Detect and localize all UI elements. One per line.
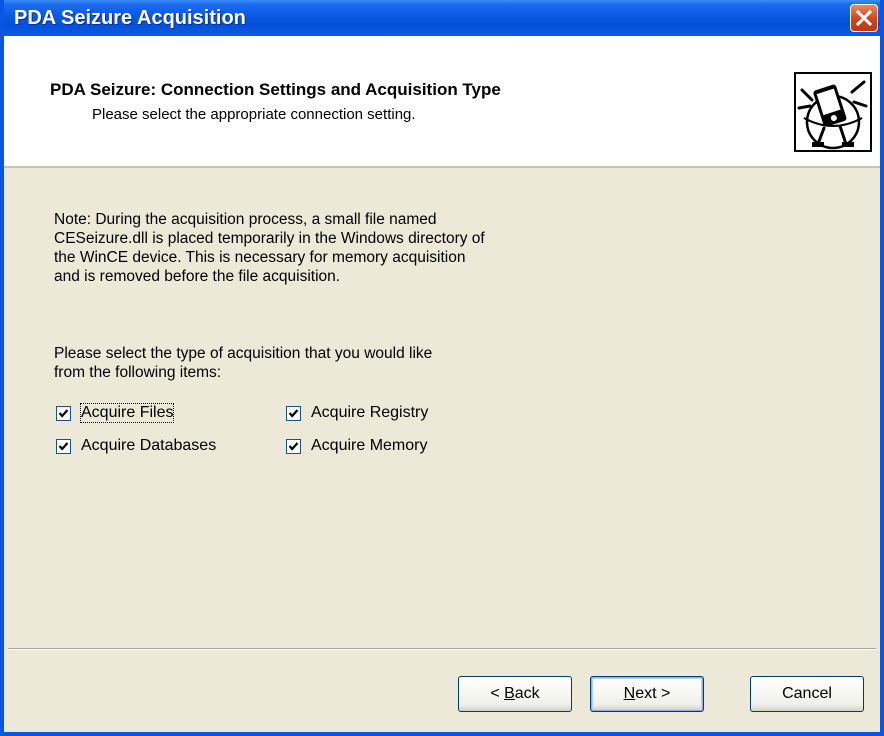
- window-title: PDA Seizure Acquisition: [14, 7, 246, 29]
- header-title: PDA Seizure: Connection Settings and Acq…: [50, 80, 501, 99]
- instruction-line: Please select the type of acquisition th…: [54, 345, 433, 362]
- checkmark-icon: [58, 408, 69, 418]
- header-subtitle: Please select the appropriate connection…: [92, 106, 416, 123]
- checkmark-icon: [58, 441, 69, 451]
- back-button-rest: ack: [514, 685, 540, 702]
- back-button-accel: B: [504, 685, 515, 702]
- title-bar[interactable]: PDA Seizure Acquisition: [4, 0, 880, 36]
- checkbox-label[interactable]: Acquire Registry: [311, 404, 428, 422]
- acquire-databases-checkbox[interactable]: Acquire Databases: [56, 437, 216, 455]
- instruction-text: Please select the type of acquisition th…: [54, 344, 432, 382]
- close-button[interactable]: [850, 4, 878, 32]
- checkbox-box[interactable]: [56, 405, 71, 421]
- footer-separator: [8, 648, 876, 650]
- checkbox-box[interactable]: [286, 405, 301, 421]
- checkbox-box[interactable]: [286, 438, 301, 454]
- wizard-header: PDA Seizure: Connection Settings and Acq…: [4, 36, 880, 168]
- acquire-files-checkbox[interactable]: Acquire Files: [56, 403, 175, 423]
- acquire-memory-checkbox[interactable]: Acquire Memory: [286, 437, 427, 455]
- note-line: and is removed before the file acquisiti…: [54, 268, 341, 285]
- close-icon: [856, 10, 872, 26]
- note-line: CESeizure.dll is placed temporarily in t…: [54, 230, 485, 247]
- back-button[interactable]: < Back: [458, 676, 572, 712]
- checkbox-label[interactable]: Acquire Files: [79, 403, 175, 423]
- checkbox-label[interactable]: Acquire Memory: [311, 437, 427, 455]
- pda-wizard-logo-icon: [794, 72, 872, 152]
- checkbox-label[interactable]: Acquire Databases: [81, 437, 216, 455]
- next-button-accel: N: [623, 685, 636, 702]
- cancel-button[interactable]: Cancel: [750, 676, 864, 712]
- checkbox-box[interactable]: [56, 438, 71, 454]
- instruction-line: from the following items:: [54, 364, 222, 381]
- note-line: Note: During the acquisition process, a …: [54, 211, 437, 228]
- cancel-button-label: Cancel: [782, 685, 832, 702]
- note-text: Note: During the acquisition process, a …: [54, 210, 485, 286]
- next-button[interactable]: Next >: [590, 676, 704, 712]
- back-button-prefix: <: [490, 685, 505, 702]
- checkmark-icon: [288, 441, 299, 451]
- note-line: the WinCE device. This is necessary for …: [54, 249, 466, 266]
- acquire-registry-checkbox[interactable]: Acquire Registry: [286, 404, 428, 422]
- checkmark-icon: [288, 408, 299, 418]
- dialog-window: PDA Seizure Acquisition PDA Seizure: Con…: [0, 0, 884, 736]
- next-button-rest: ext >: [635, 685, 671, 702]
